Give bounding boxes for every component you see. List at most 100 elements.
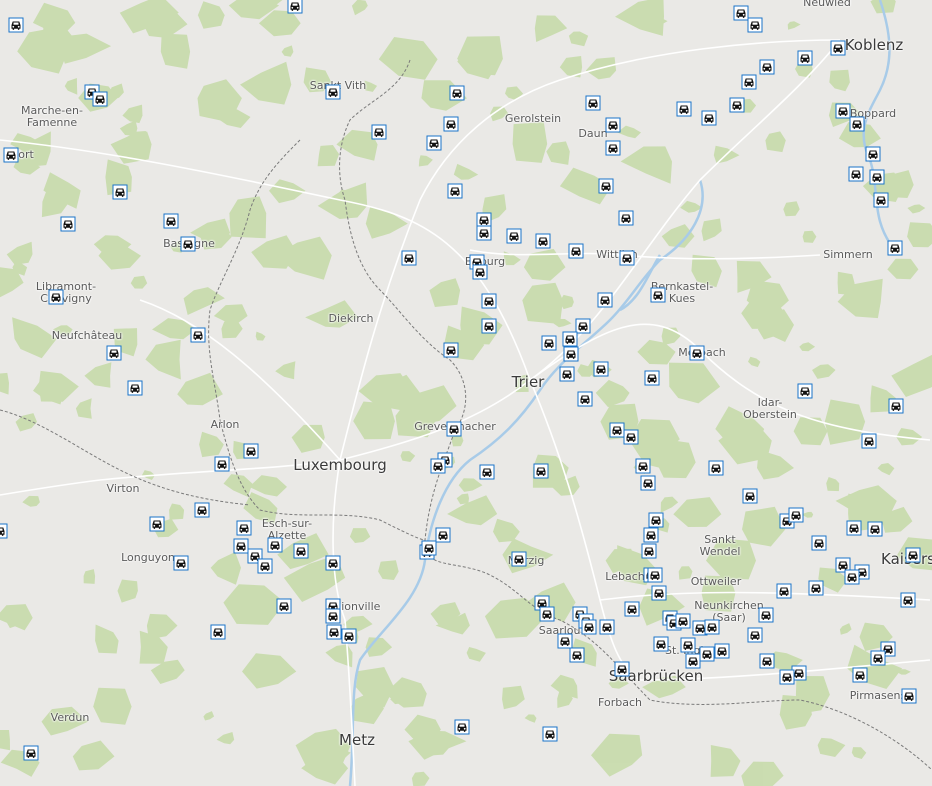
vehicle-marker[interactable] [729,97,745,113]
vehicle-marker[interactable] [797,383,813,399]
vehicle-marker[interactable] [533,463,549,479]
vehicle-marker[interactable] [60,216,76,232]
vehicle-marker[interactable] [559,366,575,382]
vehicle-marker[interactable] [541,335,557,351]
vehicle-marker[interactable] [325,608,341,624]
vehicle-marker[interactable] [472,264,488,280]
vehicle-marker[interactable] [276,598,292,614]
vehicle-marker[interactable] [542,726,558,742]
vehicle-marker[interactable] [641,543,657,559]
vehicle-marker[interactable] [624,601,640,617]
vehicle-marker[interactable] [714,643,730,659]
vehicle-marker[interactable] [341,628,357,644]
vehicle-marker[interactable] [597,292,613,308]
vehicle-marker[interactable] [511,551,527,567]
vehicle-marker[interactable] [699,646,715,662]
vehicle-marker[interactable] [481,293,497,309]
vehicle-marker[interactable] [618,210,634,226]
vehicle-marker[interactable] [557,633,573,649]
vehicle-marker[interactable] [48,289,64,305]
vehicle-marker[interactable] [593,361,609,377]
vehicle-marker[interactable] [901,688,917,704]
vehicle-marker[interactable] [443,342,459,358]
vehicle-marker[interactable] [758,607,774,623]
vehicle-marker[interactable] [194,502,210,518]
vehicle-marker[interactable] [180,236,196,252]
vehicle-marker[interactable] [808,580,824,596]
vehicle-marker[interactable] [3,147,19,163]
vehicle-marker[interactable] [741,74,757,90]
vehicle-marker[interactable] [776,583,792,599]
vehicle-marker[interactable] [293,543,309,559]
vehicle-marker[interactable] [865,146,881,162]
vehicle-marker[interactable] [214,456,230,472]
vehicle-marker[interactable] [577,391,593,407]
vehicle-marker[interactable] [848,166,864,182]
vehicle-marker[interactable] [747,627,763,643]
vehicle-marker[interactable] [581,619,597,635]
vehicle-marker[interactable] [676,101,692,117]
vehicle-marker[interactable] [447,183,463,199]
vehicle-marker[interactable] [680,637,696,653]
vehicle-marker[interactable] [8,17,24,33]
vehicle-marker[interactable] [867,521,883,537]
vehicle-marker[interactable] [861,433,877,449]
vehicle-marker[interactable] [562,331,578,347]
vehicle-marker[interactable] [257,558,273,574]
vehicle-marker[interactable] [653,636,669,652]
vehicle-marker[interactable] [870,650,886,666]
vehicle-marker[interactable] [535,233,551,249]
vehicle-marker[interactable] [454,719,470,735]
vehicle-marker[interactable] [92,91,108,107]
vehicle-marker[interactable] [585,95,601,111]
vehicle-marker[interactable] [835,103,851,119]
vehicle-marker[interactable] [650,287,666,303]
vehicle-marker[interactable] [605,117,621,133]
vehicle-marker[interactable] [701,110,717,126]
vehicle-marker[interactable] [479,464,495,480]
vehicle-marker[interactable] [873,192,889,208]
vehicle-marker[interactable] [421,540,437,556]
vehicle-marker[interactable] [149,516,165,532]
map-view[interactable]: NeuwiedKoblenzBoppardSankt VithGerolstei… [0,0,932,786]
vehicle-marker[interactable] [435,527,451,543]
vehicle-marker[interactable] [326,624,342,640]
vehicle-marker[interactable] [609,422,625,438]
vehicle-marker[interactable] [759,653,775,669]
vehicle-marker[interactable] [852,667,868,683]
vehicle-marker[interactable] [325,555,341,571]
vehicle-marker[interactable] [846,520,862,536]
vehicle-marker[interactable] [0,523,8,539]
vehicle-marker[interactable] [539,606,555,622]
vehicle-marker[interactable] [614,661,630,677]
vehicle-marker[interactable] [568,243,584,259]
vehicle-marker[interactable] [640,475,656,491]
vehicle-marker[interactable] [651,585,667,601]
vehicle-marker[interactable] [811,535,827,551]
vehicle-marker[interactable] [742,488,758,504]
vehicle-marker[interactable] [210,624,226,640]
vehicle-marker[interactable] [704,619,720,635]
vehicle-marker[interactable] [243,443,259,459]
vehicle-marker[interactable] [887,240,903,256]
vehicle-marker[interactable] [569,647,585,663]
vehicle-marker[interactable] [647,567,663,583]
vehicle-marker[interactable] [163,213,179,229]
vehicle-marker[interactable] [190,327,206,343]
vehicle-marker[interactable] [759,59,775,75]
vehicle-marker[interactable] [648,512,664,528]
vehicle-marker[interactable] [869,169,885,185]
vehicle-marker[interactable] [619,250,635,266]
vehicle-marker[interactable] [689,345,705,361]
vehicle-marker[interactable] [644,370,660,386]
vehicle-marker[interactable] [733,5,749,21]
vehicle-marker[interactable] [371,124,387,140]
vehicle-marker[interactable] [449,85,465,101]
vehicle-marker[interactable] [830,40,846,56]
vehicle-marker[interactable] [401,250,417,266]
vehicle-marker[interactable] [747,17,763,33]
vehicle-marker[interactable] [900,592,916,608]
vehicle-marker[interactable] [446,421,462,437]
vehicle-marker[interactable] [112,184,128,200]
vehicle-marker[interactable] [599,619,615,635]
